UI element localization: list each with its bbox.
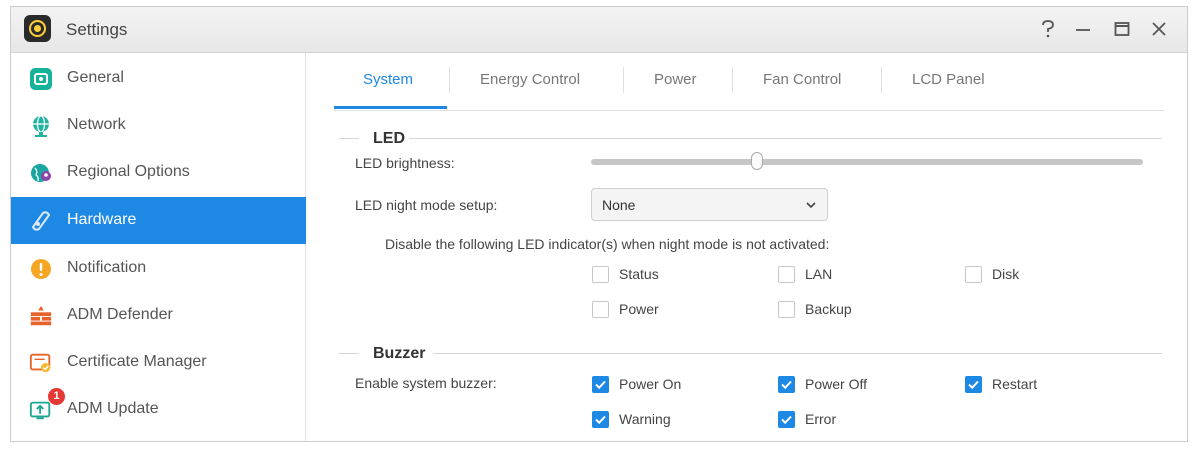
- sidebar-item-label: Notification: [67, 259, 147, 276]
- defender-icon: [29, 304, 53, 328]
- help-icon: [1042, 20, 1054, 38]
- hardware-icon: [29, 209, 53, 233]
- active-tab-indicator: [334, 106, 447, 109]
- lan-checkbox[interactable]: [778, 266, 795, 283]
- checkmark-icon: [781, 415, 792, 425]
- status-checkbox-label: Status: [619, 266, 659, 282]
- error-checkbox[interactable]: [778, 411, 795, 428]
- tab-divider: [449, 67, 450, 93]
- sidebar-item-label: ADM Defender: [67, 306, 173, 323]
- restart-checkbox[interactable]: [965, 376, 982, 393]
- led-brightness-slider[interactable]: [591, 152, 1143, 170]
- enable-buzzer-label: Enable system buzzer:: [355, 375, 497, 391]
- led-brightness-label: LED brightness:: [355, 155, 455, 171]
- section-rule: [433, 353, 1162, 354]
- sidebar-item-certificate-manager[interactable]: Certificate Manager: [11, 339, 306, 386]
- slider-thumb[interactable]: [750, 152, 763, 170]
- maximize-icon: [1114, 22, 1130, 36]
- warning-checkbox[interactable]: [592, 411, 609, 428]
- sidebar-item-adm-update[interactable]: 1 ADM Update: [11, 386, 306, 433]
- settings-window: Settings General Network Regional Option…: [10, 6, 1188, 442]
- status-checkbox[interactable]: [592, 266, 609, 283]
- tab-divider: [881, 67, 882, 93]
- tab-energy-control[interactable]: Energy Control: [480, 71, 580, 88]
- tab-lcd-panel[interactable]: LCD Panel: [912, 71, 985, 88]
- section-rule: [409, 138, 1162, 139]
- minimize-icon: [1076, 29, 1090, 31]
- select-value: None: [602, 197, 636, 213]
- certificate-icon: [29, 351, 53, 375]
- restart-checkbox-label: Restart: [992, 376, 1038, 392]
- network-globe-icon: [29, 114, 53, 138]
- sidebar-item-label: Regional Options: [67, 163, 190, 180]
- section-rule: [339, 353, 359, 354]
- disk-checkbox-label: Disk: [992, 266, 1020, 282]
- tab-fan-control[interactable]: Fan Control: [763, 71, 841, 88]
- section-rule: [339, 138, 359, 139]
- maximize-button[interactable]: [1108, 15, 1136, 43]
- tab-divider: [623, 67, 624, 93]
- update-count-badge: 1: [48, 388, 65, 405]
- power-off-checkbox-label: Power Off: [805, 376, 867, 392]
- disk-checkbox[interactable]: [965, 266, 982, 283]
- sidebar-item-label: General: [67, 69, 124, 86]
- led-night-mode-label: LED night mode setup:: [355, 197, 498, 213]
- notification-icon: [29, 257, 53, 281]
- tab-divider: [732, 67, 733, 93]
- power-on-checkbox[interactable]: [592, 376, 609, 393]
- checkmark-icon: [781, 380, 792, 390]
- disable-indicators-text: Disable the following LED indicator(s) w…: [385, 236, 830, 252]
- led-section-heading: LED: [373, 130, 405, 147]
- warning-checkbox-label: Warning: [619, 411, 671, 427]
- chevron-down-icon: [806, 202, 816, 209]
- regional-globe-icon: [29, 161, 53, 185]
- buzzer-section-heading: Buzzer: [373, 345, 426, 362]
- checkmark-icon: [968, 380, 979, 390]
- hardware-settings-panel: System Energy Control Power Fan Control …: [307, 53, 1187, 441]
- settings-sidebar: General Network Regional Options Hardwar…: [11, 53, 306, 441]
- power-led-checkbox[interactable]: [592, 301, 609, 318]
- settings-app-icon: [24, 15, 51, 42]
- sidebar-item-adm-defender[interactable]: ADM Defender: [11, 292, 306, 339]
- sidebar-item-hardware[interactable]: Hardware: [11, 197, 306, 244]
- window-title: Settings: [66, 20, 128, 39]
- tab-system[interactable]: System: [363, 71, 413, 88]
- backup-checkbox[interactable]: [778, 301, 795, 318]
- sidebar-item-label: Network: [67, 116, 126, 133]
- sidebar-item-regional-options[interactable]: Regional Options: [11, 149, 306, 196]
- close-button[interactable]: [1145, 15, 1173, 43]
- tab-power[interactable]: Power: [654, 71, 697, 88]
- sidebar-item-network[interactable]: Network: [11, 102, 306, 149]
- sidebar-item-label: ADM Update: [67, 400, 159, 417]
- error-checkbox-label: Error: [805, 411, 837, 427]
- checkmark-icon: [595, 415, 606, 425]
- power-off-checkbox[interactable]: [778, 376, 795, 393]
- sidebar-item-general[interactable]: General: [11, 55, 306, 102]
- sidebar-item-label: Certificate Manager: [67, 353, 207, 370]
- tab-bar: System Energy Control Power Fan Control …: [334, 53, 1164, 111]
- power-led-checkbox-label: Power: [619, 301, 659, 317]
- close-icon: [1152, 22, 1166, 36]
- title-bar: Settings: [11, 7, 1187, 53]
- general-icon: [29, 67, 53, 91]
- lan-checkbox-label: LAN: [805, 266, 833, 282]
- help-button[interactable]: [1034, 15, 1062, 43]
- power-on-checkbox-label: Power On: [619, 376, 682, 392]
- backup-checkbox-label: Backup: [805, 301, 852, 317]
- sidebar-item-label: Hardware: [67, 211, 137, 228]
- sidebar-item-notification[interactable]: Notification: [11, 245, 306, 292]
- checkmark-icon: [595, 380, 606, 390]
- minimize-button[interactable]: [1069, 15, 1097, 43]
- led-night-mode-select[interactable]: None: [591, 188, 828, 221]
